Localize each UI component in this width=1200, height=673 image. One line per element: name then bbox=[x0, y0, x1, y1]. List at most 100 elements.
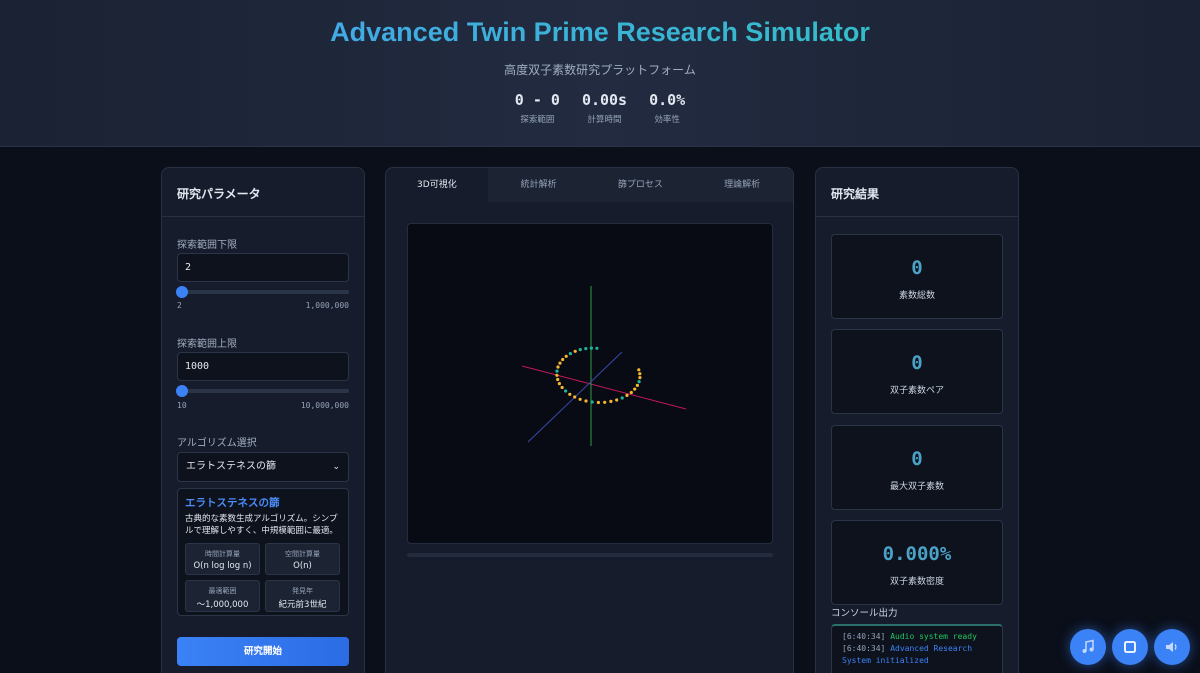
page-subtitle: 高度双子素数研究プラットフォーム bbox=[504, 63, 696, 77]
prime-point bbox=[573, 349, 577, 353]
prime-point bbox=[609, 399, 613, 403]
prime-point bbox=[560, 385, 564, 390]
prime-point bbox=[635, 383, 639, 387]
metric-label: 空間計算量 bbox=[285, 550, 320, 558]
prime-point bbox=[568, 352, 572, 356]
lower-bound-min: 2 bbox=[177, 301, 182, 310]
progress-bar bbox=[407, 553, 773, 557]
prime-point bbox=[557, 382, 561, 386]
music-button[interactable] bbox=[1070, 629, 1106, 665]
prime-point bbox=[558, 361, 562, 365]
console-timestamp: [6:40:34] bbox=[842, 644, 886, 653]
metric-time-complexity: 時間計算量 O(n log log n) bbox=[185, 543, 260, 575]
music-icon bbox=[1082, 639, 1094, 653]
result-label: 双子素数ペア bbox=[889, 386, 944, 396]
prime-point bbox=[564, 389, 568, 393]
stat-time: 0.00s 計算時間 bbox=[582, 91, 627, 125]
prime-point bbox=[625, 393, 629, 397]
tab-3d[interactable]: 3D可視化 bbox=[386, 168, 488, 202]
metric-optimal-range: 最適範囲 〜1,000,000 bbox=[185, 580, 260, 612]
algorithm-info-card: エラトステネスの篩 古典的な素数生成アルゴリズム。シンプルで理解しやすく、中規模… bbox=[177, 488, 349, 616]
console-timestamp: [6:40:34] bbox=[842, 632, 886, 641]
prime-point bbox=[620, 396, 624, 400]
algorithm-metrics: 時間計算量 O(n log log n) 空間計算量 O(n) 最適範囲 〜1,… bbox=[185, 543, 341, 612]
prime-point bbox=[637, 380, 641, 384]
tab-theory[interactable]: 理論解析 bbox=[691, 168, 793, 202]
algorithm-select[interactable]: エラトステネスの篩 ⌄ bbox=[177, 452, 349, 482]
algorithm-select-value: エラトステネスの篩 bbox=[186, 461, 276, 472]
console-label: コンソール出力 bbox=[831, 608, 898, 619]
stop-button[interactable] bbox=[1112, 629, 1148, 665]
prime-point bbox=[584, 347, 588, 351]
result-value: 0.000% bbox=[882, 543, 952, 565]
stat-range: 0 - 0 探索範囲 bbox=[515, 91, 560, 125]
console-message: Audio system ready bbox=[890, 632, 977, 641]
console-line: [6:40:34] Audio system ready bbox=[842, 631, 992, 643]
lower-bound-max: 1,000,000 bbox=[305, 301, 349, 310]
metric-value: O(n log log n) bbox=[193, 561, 252, 571]
result-value: 0 bbox=[911, 257, 923, 279]
prime-point bbox=[596, 400, 600, 405]
prime-point bbox=[638, 376, 642, 380]
metric-value: 紀元前3世紀 bbox=[278, 600, 327, 610]
sound-button[interactable] bbox=[1154, 629, 1190, 665]
stat-range-label: 探索範囲 bbox=[520, 115, 555, 125]
results-title: 研究結果 bbox=[816, 168, 1018, 217]
prime-point bbox=[595, 346, 599, 350]
slider-handle[interactable] bbox=[176, 385, 188, 397]
prime-point bbox=[556, 365, 560, 369]
prime-point bbox=[578, 397, 582, 401]
result-value: 0 bbox=[911, 448, 923, 470]
chevron-down-icon: ⌄ bbox=[332, 462, 340, 472]
upper-bound-range: 10 10,000,000 bbox=[177, 401, 349, 410]
stop-icon bbox=[1124, 641, 1136, 653]
results-panel: 研究結果 0 素数総数 0 双子素数ペア 0 最大双子素数 0.000% 双子素… bbox=[815, 167, 1019, 673]
prime-point bbox=[568, 392, 572, 396]
3d-scene bbox=[521, 286, 687, 446]
stat-efficiency-value: 0.0% bbox=[649, 91, 686, 109]
metric-label: 発見年 bbox=[292, 587, 313, 595]
lower-bound-range: 2 1,000,000 bbox=[177, 301, 349, 310]
algorithm-name: エラトステネスの篩 bbox=[185, 497, 280, 509]
console-output: [6:40:34] Audio system ready [6:40:34] A… bbox=[831, 624, 1003, 673]
prime-point bbox=[556, 377, 560, 382]
visualization-panel: 3D可視化 統計解析 篩プロセス 理論解析 bbox=[385, 167, 794, 673]
stat-efficiency-label: 効率性 bbox=[654, 115, 680, 125]
console-line: [6:40:34] Advanced Research System initi… bbox=[842, 643, 992, 667]
prime-point bbox=[564, 354, 568, 358]
tab-sieve[interactable]: 篩プロセス bbox=[589, 168, 692, 202]
result-label: 双子素数密度 bbox=[889, 577, 944, 587]
prime-point bbox=[584, 399, 588, 403]
upper-bound-label: 探索範囲上限 bbox=[177, 339, 237, 350]
page-title: Advanced Twin Prime Research Simulator bbox=[0, 17, 1200, 48]
algorithm-description: 古典的な素数生成アルゴリズム。シンプルで理解しやすく、中規模範囲に最適。 bbox=[185, 514, 338, 536]
metric-label: 最適範囲 bbox=[208, 587, 237, 595]
result-twin-density: 0.000% 双子素数密度 bbox=[831, 520, 1003, 605]
upper-bound-input[interactable]: 1000 bbox=[177, 352, 349, 381]
upper-bound-slider[interactable] bbox=[176, 385, 349, 397]
tab-statistics[interactable]: 統計解析 bbox=[487, 168, 590, 202]
result-max-twin: 0 最大双子素数 bbox=[831, 425, 1003, 510]
lower-bound-label: 探索範囲下限 bbox=[177, 240, 237, 251]
prime-point bbox=[637, 368, 641, 372]
metric-value: 〜1,000,000 bbox=[196, 600, 249, 610]
slider-handle[interactable] bbox=[176, 286, 188, 298]
metric-space-complexity: 空間計算量 O(n) bbox=[265, 543, 340, 575]
prime-point bbox=[629, 390, 633, 395]
prime-point bbox=[638, 372, 642, 376]
metric-value: O(n) bbox=[293, 561, 312, 571]
metric-discovery-year: 発見年 紀元前3世紀 bbox=[265, 580, 340, 612]
start-research-button[interactable]: 研究開始 bbox=[177, 637, 349, 666]
prime-point bbox=[633, 387, 637, 391]
prime-point bbox=[561, 357, 565, 362]
result-twin-pairs: 0 双子素数ペア bbox=[831, 329, 1003, 414]
result-prime-count: 0 素数総数 bbox=[831, 234, 1003, 319]
lower-bound-input[interactable]: 2 bbox=[177, 253, 349, 282]
parameters-panel: 研究パラメータ 探索範囲下限 2 2 1,000,000 探索範囲上限 1000… bbox=[161, 167, 365, 673]
result-label: 最大双子素数 bbox=[889, 482, 944, 492]
3d-canvas[interactable] bbox=[407, 223, 773, 544]
algorithm-label: アルゴリズム選択 bbox=[177, 438, 257, 449]
prime-point bbox=[578, 348, 582, 352]
lower-bound-slider[interactable] bbox=[176, 286, 349, 298]
app-header: Advanced Twin Prime Research Simulator 高… bbox=[0, 0, 1200, 147]
